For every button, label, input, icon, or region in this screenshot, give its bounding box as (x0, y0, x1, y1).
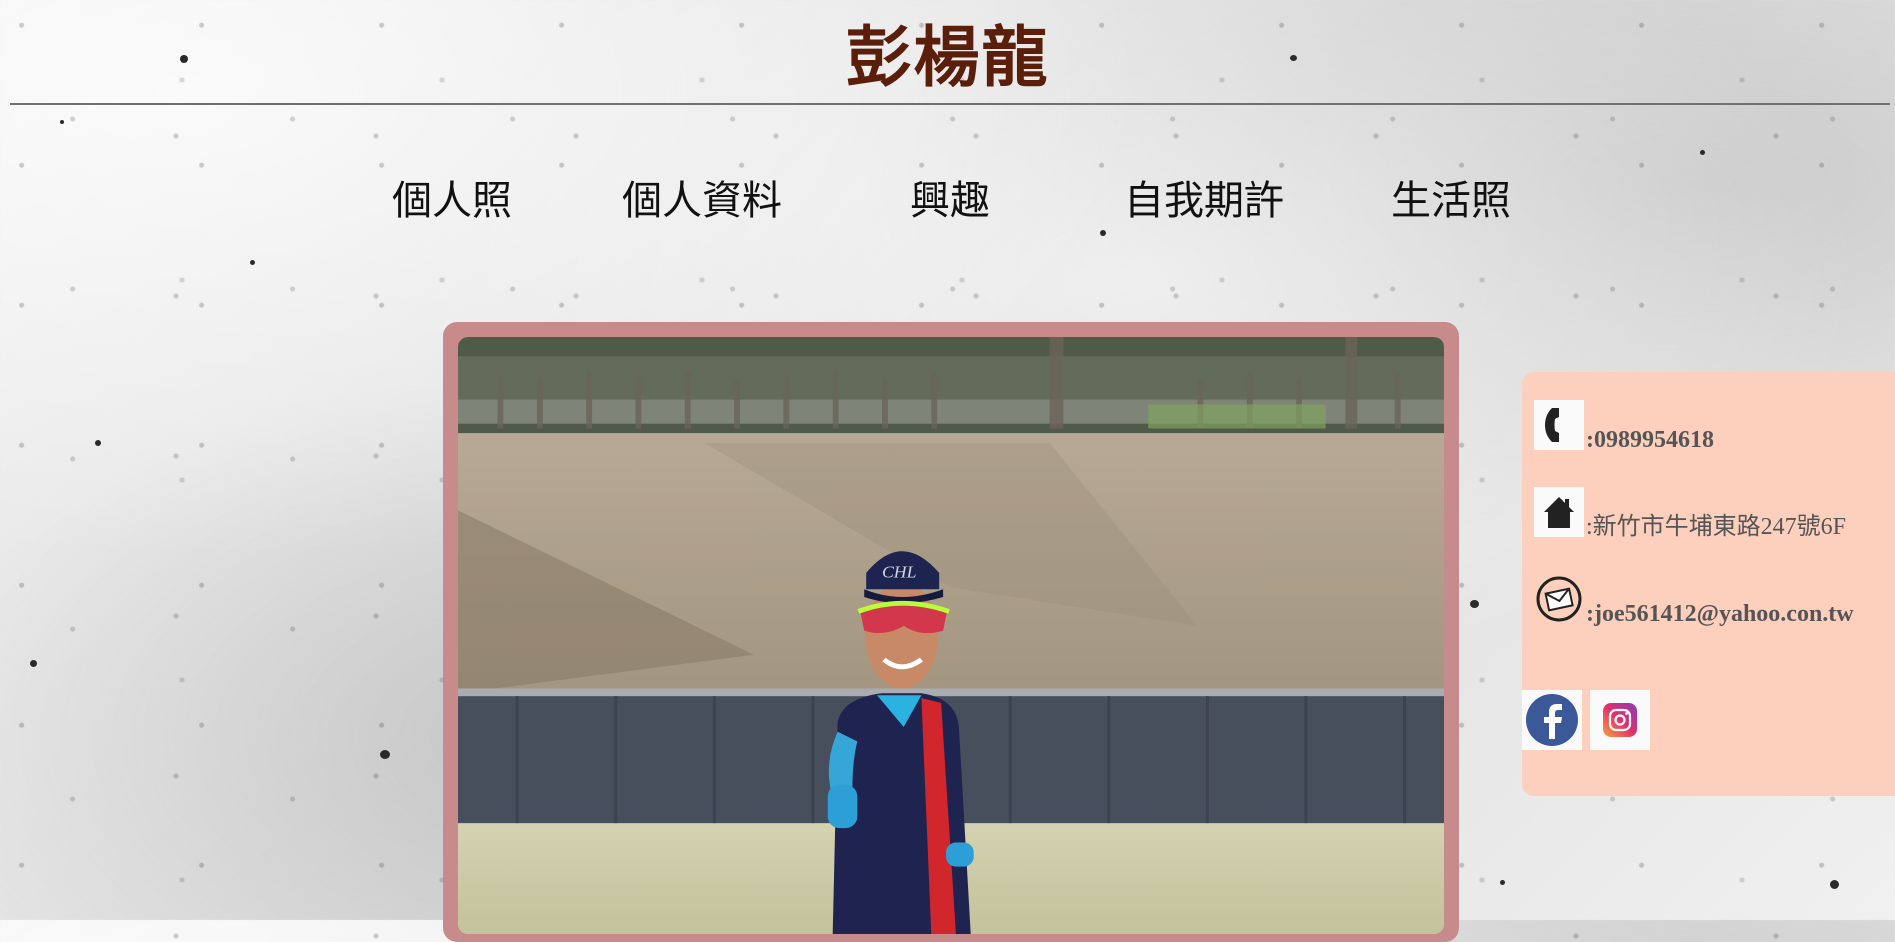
contact-phone: :0989954618 (1586, 427, 1714, 453)
nav-item-life-photos[interactable]: 生活照 (1391, 168, 1511, 226)
photo-frame: CHL (443, 322, 1459, 942)
page-title: 彭楊龍 (845, 19, 1050, 96)
nav-item-aspirations[interactable]: 自我期許 (1124, 168, 1284, 226)
svg-text:CHL: CHL (882, 562, 917, 582)
contact-address-row: :新竹市牛埔東路247號6F (1534, 487, 1846, 540)
title-divider (10, 103, 1890, 105)
main-nav: 個人照 個人資料 興趣 自我期許 生活照 (0, 168, 1895, 224)
baseball-player-photo: CHL (458, 337, 1444, 934)
social-links (1522, 690, 1650, 750)
facebook-icon[interactable] (1522, 690, 1582, 750)
nav-item-hobbies[interactable]: 興趣 (910, 168, 990, 226)
nav-item-portrait[interactable]: 個人照 (392, 168, 512, 226)
nav-item-profile[interactable]: 個人資料 (622, 168, 782, 226)
contact-phone-row: :0989954618 (1534, 400, 1714, 453)
contact-email-row: :joe561412@yahoo.con.tw (1534, 574, 1854, 627)
contact-address: :新竹市牛埔東路247號6F (1586, 514, 1847, 540)
instagram-icon[interactable] (1590, 690, 1650, 750)
mail-icon (1534, 574, 1584, 624)
contact-email: :joe561412@yahoo.con.tw (1586, 601, 1854, 627)
portrait-photo: CHL (458, 337, 1444, 934)
contact-panel: :0989954618 :新竹市牛埔東路247號6F :joe561412@ya… (1522, 372, 1895, 796)
phone-icon (1534, 400, 1584, 450)
home-icon (1534, 487, 1584, 537)
